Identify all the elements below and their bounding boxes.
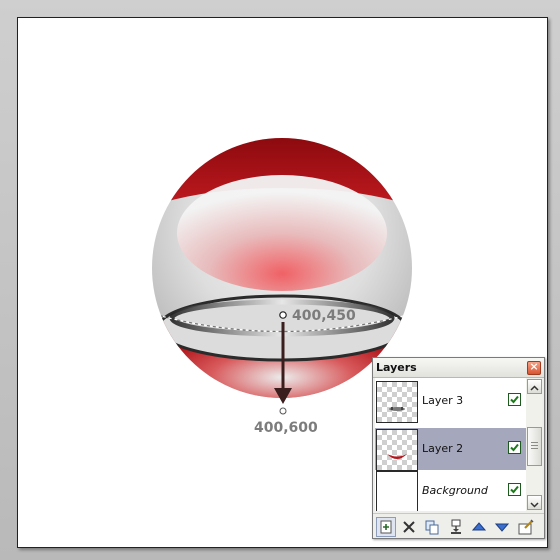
layer-row-background[interactable]: Background xyxy=(375,470,526,511)
add-layer-button[interactable] xyxy=(376,517,396,537)
layers-title-bar[interactable]: Layers × xyxy=(373,358,544,378)
move-layer-down-icon xyxy=(494,523,510,532)
visibility-checkbox[interactable] xyxy=(508,483,521,496)
layer-thumbnail xyxy=(376,429,418,471)
chevron-down-icon xyxy=(530,502,539,508)
layer-row-layer-2[interactable]: Layer 2 xyxy=(375,428,526,471)
merge-layer-down-button[interactable] xyxy=(447,518,465,536)
duplicate-layer-button[interactable] xyxy=(423,518,441,536)
start-coordinate-label: 400,450 xyxy=(292,308,356,324)
visibility-checkbox[interactable] xyxy=(508,441,521,454)
chevron-up-icon xyxy=(530,385,539,391)
layers-title: Layers xyxy=(376,361,417,374)
start-point-marker xyxy=(279,311,287,319)
visibility-checkbox[interactable] xyxy=(508,393,521,406)
layers-panel[interactable]: Layers × Layer 3 Layer 2 Background xyxy=(372,357,545,539)
scroll-down-button[interactable] xyxy=(527,495,542,510)
move-layer-up-icon xyxy=(471,522,487,531)
move-layer-down-button[interactable] xyxy=(493,518,511,536)
layer-properties-icon xyxy=(518,519,534,535)
add-layer-icon xyxy=(380,520,392,534)
layer-row-layer-3[interactable]: Layer 3 xyxy=(375,380,526,423)
layer-properties-button[interactable] xyxy=(517,518,535,536)
end-point-marker xyxy=(279,407,287,415)
layers-list[interactable]: Layer 3 Layer 2 Background xyxy=(375,378,526,511)
close-icon: × xyxy=(529,360,539,373)
layer-thumbnail xyxy=(376,471,418,511)
layers-toolbar xyxy=(373,513,544,539)
move-layer-up-button[interactable] xyxy=(470,518,488,536)
duplicate-layer-icon xyxy=(425,520,439,535)
close-button[interactable]: × xyxy=(527,360,541,375)
layer-name: Layer 2 xyxy=(422,442,464,455)
delete-layer-icon xyxy=(403,521,415,533)
delete-layer-button[interactable] xyxy=(400,518,418,536)
scroll-thumb[interactable] xyxy=(527,427,542,466)
inner-glass xyxy=(177,175,387,291)
scroll-up-button[interactable] xyxy=(527,379,542,394)
merge-layer-down-icon xyxy=(451,519,461,534)
layer-thumbnail xyxy=(376,381,418,423)
layer-name: Layer 3 xyxy=(422,394,464,407)
layer-name: Background xyxy=(422,484,488,497)
end-coordinate-label: 400,600 xyxy=(254,420,318,436)
layers-scrollbar[interactable] xyxy=(526,378,542,511)
